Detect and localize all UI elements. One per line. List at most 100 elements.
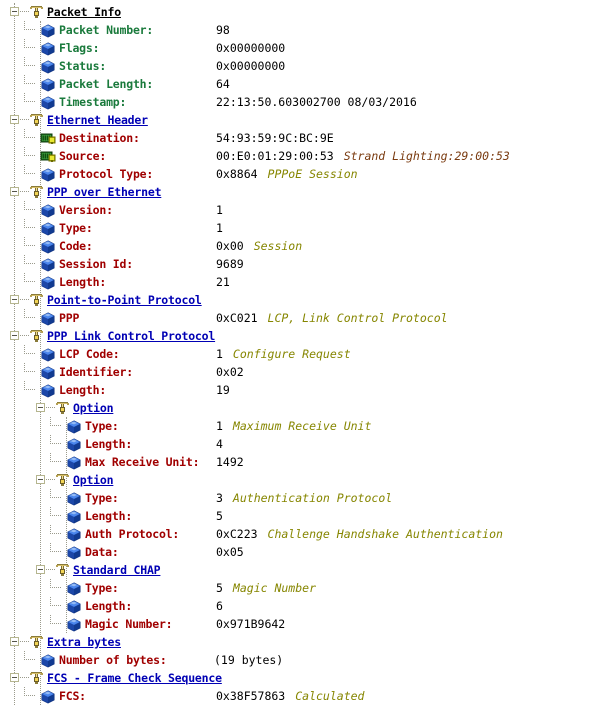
tree-field-row[interactable]: Max Receive Unit: 1492 [0, 453, 595, 471]
tree-field-value: 64 [216, 77, 230, 91]
tree-node-row[interactable]: Point-to-Point Protocol [0, 291, 595, 309]
expander-minus-box-icon[interactable] [10, 637, 19, 646]
blue-cube-icon [40, 275, 56, 290]
tree-node-row[interactable]: PPP over Ethernet [0, 183, 595, 201]
tree-node-title: Extra bytes [47, 635, 121, 649]
tree-elbow-connector [24, 309, 35, 318]
expander-minus-box-icon[interactable] [36, 475, 45, 484]
tree-field-label: Session Id: [59, 257, 133, 271]
tree-field-value: 98 [216, 23, 230, 37]
tree-node-row[interactable]: PPP Link Control Protocol [0, 327, 595, 345]
expander-minus-box-icon[interactable] [10, 187, 19, 196]
expander-minus-box-icon[interactable] [10, 331, 19, 340]
tree-field-value: 1492 [216, 455, 244, 469]
tree-field-annotation: Magic Number [232, 581, 317, 595]
tree-field-label: Length: [59, 275, 107, 289]
tree-field-row[interactable]: Number of bytes: (19 bytes) [0, 651, 595, 669]
tree-field-row[interactable]: Status: 0x00000000 [0, 57, 595, 75]
tree-elbow-connector [50, 525, 61, 534]
tree-field-value: 3 [216, 491, 223, 505]
tree-field-row[interactable]: Session Id: 9689 [0, 255, 595, 273]
tree-field-row[interactable]: Destination: 54:93:59:9C:BC:9E [0, 129, 595, 147]
tree-field-value: 0x00000000 [216, 59, 286, 73]
tree-field-value: 0x00000000 [216, 41, 286, 55]
tree-field-row[interactable]: Length: 5 [0, 507, 595, 525]
tree-field-row[interactable]: Length: 4 [0, 435, 595, 453]
tree-field-annotation: Maximum Receive Unit [232, 419, 372, 433]
tree-elbow-connector [24, 237, 35, 246]
blue-cube-icon [66, 491, 82, 506]
tree-node-title: Option [73, 401, 114, 415]
tree-field-row[interactable]: Type: 1 [0, 219, 595, 237]
tree-elbow-connector [50, 579, 61, 588]
tree-field-label: Length: [85, 509, 133, 523]
tree-field-row[interactable]: FCS: 0x38F57863 Calculated [0, 687, 595, 705]
network-node-icon [28, 293, 44, 308]
tree-field-value: 1 [216, 203, 223, 217]
blue-cube-icon [40, 653, 56, 668]
tree-elbow-connector [24, 255, 35, 264]
tree-field-row[interactable]: Type: 3 Authentication Protocol [0, 489, 595, 507]
tree-field-annotation: Configure Request [232, 347, 351, 361]
tree-field-row[interactable]: PPP 0xC021 LCP, Link Control Protocol [0, 309, 595, 327]
expander-minus-box-icon[interactable] [10, 7, 19, 16]
tree-field-label: Flags: [59, 41, 100, 55]
tree-field-label: Packet Number: [59, 23, 154, 37]
tree-elbow-connector [24, 129, 35, 138]
expander-minus-box-icon[interactable] [10, 673, 19, 682]
tree-elbow-connector [50, 543, 61, 552]
tree-node-row[interactable]: Option [0, 471, 595, 489]
tree-field-row[interactable]: Code: 0x00 Session [0, 237, 595, 255]
tree-node-row[interactable]: Packet Info [0, 3, 595, 21]
tree-node-row[interactable]: Ethernet Header [0, 111, 595, 129]
blue-cube-icon [66, 599, 82, 614]
tree-field-label: Timestamp: [59, 95, 127, 109]
blue-cube-icon [40, 689, 56, 704]
tree-elbow-connector [24, 381, 35, 390]
expander-minus-box-icon[interactable] [10, 295, 19, 304]
tree-elbow-connector [50, 597, 61, 606]
tree-field-row[interactable]: Protocol Type: 0x8864 PPPoE Session [0, 165, 595, 183]
tree-field-value: 00:E0:01:29:00:53 [216, 149, 334, 163]
tree-node-row[interactable]: FCS - Frame Check Sequence [0, 669, 595, 687]
tree-field-row[interactable]: Length: 21 [0, 273, 595, 291]
expander-minus-box-icon[interactable] [36, 565, 45, 574]
tree-field-row[interactable]: Packet Number: 98 [0, 21, 595, 39]
tree-field-row[interactable]: Identifier: 0x02 [0, 363, 595, 381]
tree-field-value: 1 [216, 347, 223, 361]
tree-field-value: (19 bytes) [214, 653, 284, 667]
tree-field-value: 54:93:59:9C:BC:9E [216, 131, 334, 145]
tree-field-row[interactable]: Source: 00:E0:01:29:00:53 Strand Lighting:… [0, 147, 595, 165]
tree-field-row[interactable]: Packet Length: 64 [0, 75, 595, 93]
tree-field-value: 1 [216, 221, 223, 235]
tree-field-label: LCP Code: [59, 347, 120, 361]
tree-field-label: PPP [59, 311, 80, 325]
tree-node-row[interactable]: Option [0, 399, 595, 417]
tree-field-label: Length: [85, 437, 133, 451]
tree-elbow-connector [24, 345, 35, 354]
tree-field-label: Type: [85, 419, 119, 433]
blue-cube-icon [66, 455, 82, 470]
tree-field-row[interactable]: Type: 1 Maximum Receive Unit [0, 417, 595, 435]
tree-node-title: PPP over Ethernet [47, 185, 162, 199]
tree-field-row[interactable]: LCP Code: 1 Configure Request [0, 345, 595, 363]
tree-elbow-connector [50, 435, 61, 444]
tree-field-row[interactable]: Type: 5 Magic Number [0, 579, 595, 597]
tree-node-row[interactable]: Extra bytes [0, 633, 595, 651]
blue-cube-icon [40, 41, 56, 56]
tree-field-row[interactable]: Data: 0x05 [0, 543, 595, 561]
expander-minus-box-icon[interactable] [36, 403, 45, 412]
tree-field-value: 0x00 [216, 239, 244, 253]
tree-field-row[interactable]: Timestamp: 22:13:50.603002700 08/03/2016 [0, 93, 595, 111]
tree-field-row[interactable]: Length: 19 [0, 381, 595, 399]
tree-elbow-connector [24, 687, 35, 696]
tree-field-row[interactable]: Magic Number: 0x971B9642 [0, 615, 595, 633]
packet-decode-tree[interactable]: Packet Info Packet Number: 98 Flags: 0x00000… [0, 0, 595, 705]
tree-field-row[interactable]: Length: 6 [0, 597, 595, 615]
tree-field-row[interactable]: Auth Protocol: 0xC223 Challenge Handshake … [0, 525, 595, 543]
expander-minus-box-icon[interactable] [10, 115, 19, 124]
tree-node-title: PPP Link Control Protocol [47, 329, 216, 343]
tree-field-row[interactable]: Version: 1 [0, 201, 595, 219]
tree-field-row[interactable]: Flags: 0x00000000 [0, 39, 595, 57]
tree-node-row[interactable]: Standard CHAP [0, 561, 595, 579]
